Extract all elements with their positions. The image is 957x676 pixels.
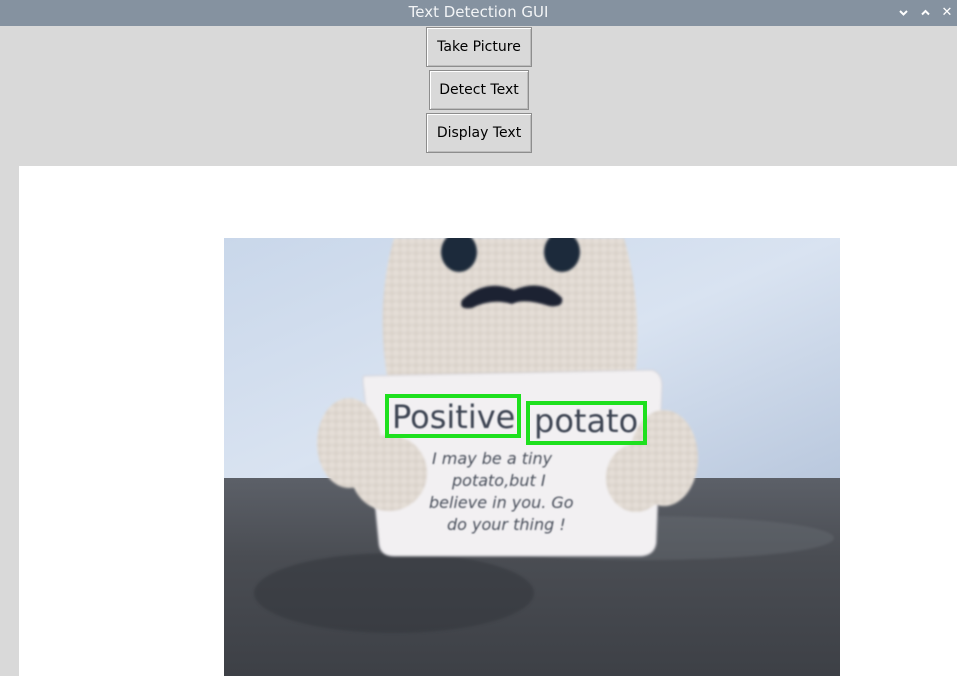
captured-photo: Positive potato I may be a tiny potato,b…: [224, 238, 840, 676]
card-line-2: potato,but I: [451, 471, 546, 490]
detect-text-button[interactable]: Detect Text: [429, 70, 529, 110]
maximize-button[interactable]: [916, 4, 934, 22]
title-bar[interactable]: Text Detection GUI ✕: [0, 0, 957, 26]
minimize-button[interactable]: [894, 4, 912, 22]
app-window: Text Detection GUI ✕ Take Picture Detect…: [0, 0, 957, 676]
window-title: Text Detection GUI: [408, 3, 549, 21]
close-icon: ✕: [941, 5, 953, 20]
close-button[interactable]: ✕: [938, 4, 956, 22]
display-text-button[interactable]: Display Text: [426, 113, 532, 153]
card-line-4: do your thing !: [447, 515, 566, 534]
image-canvas: Positive potato I may be a tiny potato,b…: [19, 166, 957, 676]
chevron-up-icon: [920, 9, 930, 16]
chevron-down-icon: [898, 10, 908, 16]
card-word-positive: Positive: [392, 398, 515, 436]
card-line-3: believe in you. Go: [429, 493, 574, 512]
card-word-potato: potato: [534, 402, 638, 440]
plush-body: [382, 238, 638, 388]
card-line-1: I may be a tiny: [432, 449, 553, 468]
take-picture-button[interactable]: Take Picture: [426, 27, 532, 67]
photo-scene: Positive potato I may be a tiny potato,b…: [224, 238, 840, 676]
